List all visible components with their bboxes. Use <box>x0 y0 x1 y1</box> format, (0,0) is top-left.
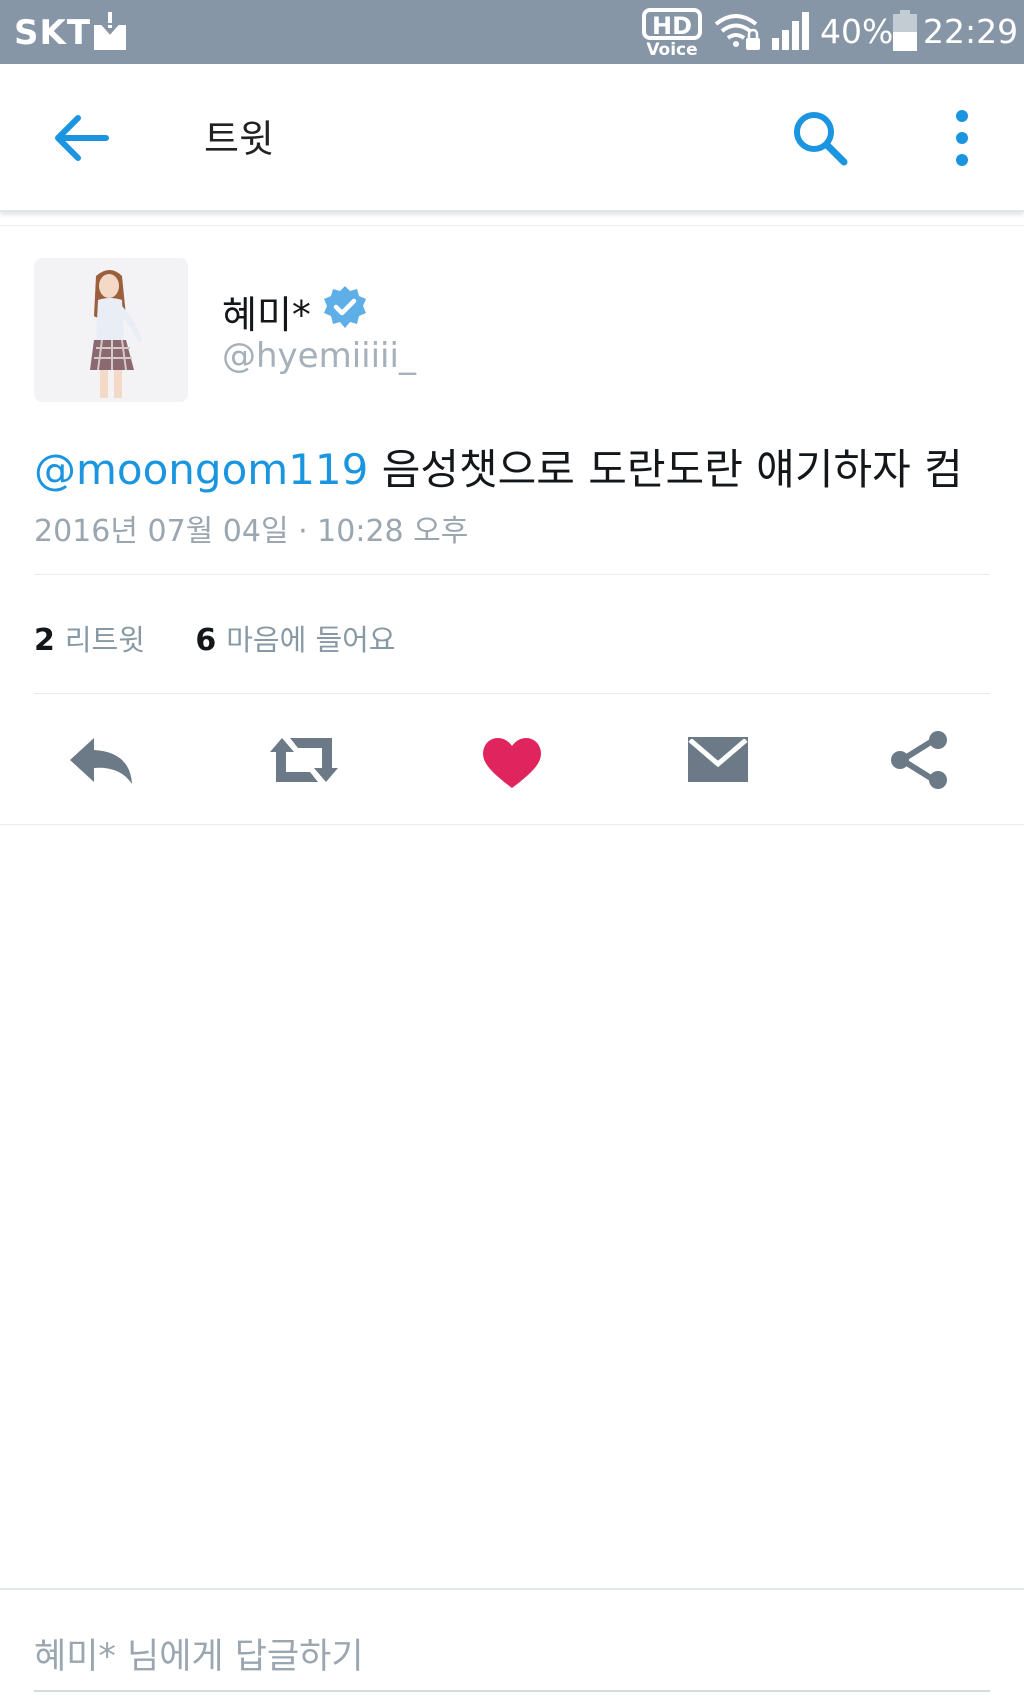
hd-voice-icon: HD Voice <box>642 8 702 58</box>
battery-icon <box>893 10 917 51</box>
avatar[interactable] <box>34 258 188 402</box>
download-icon <box>94 12 126 50</box>
carrier-label: SKT <box>14 13 92 53</box>
more-vertical-icon[interactable] <box>944 108 980 168</box>
user-handle[interactable]: @hyemiiiii_ <box>222 336 416 376</box>
reply-composer: 혜미* 님에게 답글하기 <box>0 1588 1024 1702</box>
share-icon[interactable] <box>884 730 960 790</box>
tweet-stats: 2 리트윗 6 마음에 들어요 <box>34 617 396 659</box>
mention-link[interactable]: @moongom119 <box>34 445 368 494</box>
wifi-lock-icon <box>714 14 760 50</box>
tweet-body: 음성챗으로 도란도란 얘기하자 컴 <box>381 445 963 494</box>
signal-icon <box>772 12 809 50</box>
back-arrow-icon[interactable] <box>50 110 110 166</box>
like-count: 6 <box>195 623 217 658</box>
retweet-icon[interactable] <box>266 730 342 790</box>
reply-input[interactable]: 혜미* 님에게 답글하기 <box>34 1628 364 1679</box>
tweet-text: @moongom119 음성챗으로 도란도란 얘기하자 컴 <box>34 436 963 497</box>
action-bar <box>0 700 1024 820</box>
reply-underline <box>34 1690 990 1692</box>
divider <box>34 693 990 694</box>
clock: 22:29 <box>923 12 1019 51</box>
retweet-count: 2 <box>34 623 55 658</box>
search-icon[interactable] <box>790 108 850 168</box>
divider <box>34 574 990 575</box>
reply-icon[interactable] <box>64 730 140 790</box>
toolbar-divider <box>0 225 1024 226</box>
retweet-label: 리트윗 <box>64 623 145 657</box>
divider <box>0 824 1024 825</box>
direct-message-icon[interactable] <box>680 730 756 790</box>
hd-label: HD <box>652 12 692 40</box>
heart-icon[interactable] <box>474 730 550 790</box>
avatar-photo <box>34 258 188 402</box>
like-label: 마음에 들어요 <box>226 623 396 657</box>
retweet-stat[interactable]: 2 리트윗 <box>34 623 154 658</box>
toolbar: 트윗 <box>0 64 1024 212</box>
page-title: 트윗 <box>204 117 274 161</box>
battery-percent: 40% <box>820 12 894 51</box>
status-bar: SKT HD Voice 40% 22:29 <box>0 0 1024 64</box>
tweet-timestamp: 2016년 07월 04일 · 10:28 오후 <box>34 514 469 549</box>
verified-badge-icon <box>324 286 366 328</box>
voice-label: Voice <box>646 40 697 58</box>
like-stat[interactable]: 6 마음에 들어요 <box>195 623 396 658</box>
display-name[interactable]: 혜미* <box>222 284 311 339</box>
